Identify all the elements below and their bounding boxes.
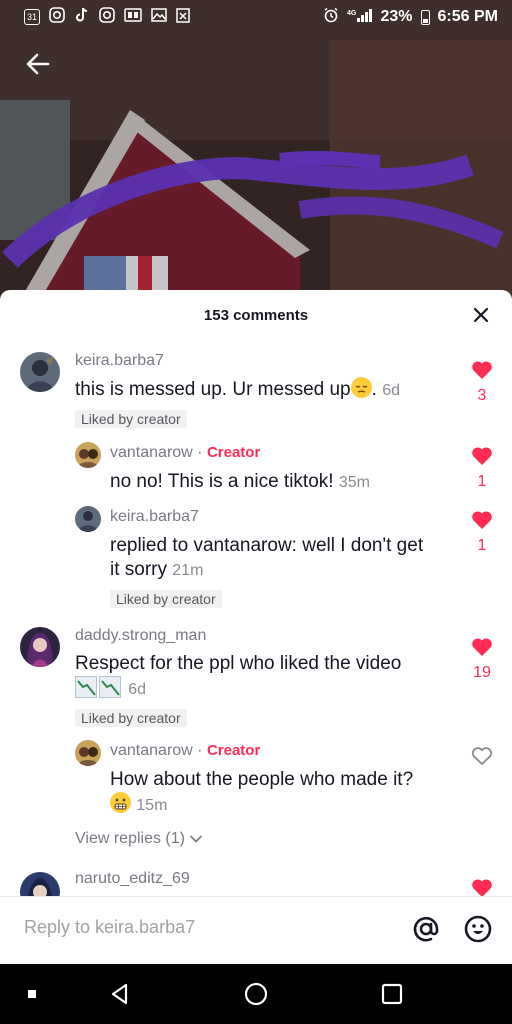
reply-time: 21m: [172, 562, 204, 579]
view-replies-button[interactable]: View replies (1): [75, 830, 203, 848]
signal-icon: 4G: [347, 7, 373, 28]
comments-count-title: 153 comments: [203, 306, 309, 324]
status-bar: 31 4G 23% 6:56 PM: [0, 0, 512, 34]
pensive-face-icon: [350, 377, 372, 398]
at-sign-icon: [413, 916, 439, 942]
comments-list: keira.barba7 this is messed up. Ur messe…: [0, 340, 512, 900]
like-count: 1: [477, 473, 487, 490]
avatar[interactable]: [75, 740, 101, 766]
comment-username[interactable]: keira.barba7: [75, 352, 164, 370]
sheet-header: 153 comments: [0, 290, 512, 340]
square-dot-icon: [28, 990, 36, 998]
heart-filled-icon: [472, 879, 492, 897]
video-frame-image: [0, 0, 512, 300]
calendar-icon: 31: [24, 9, 40, 25]
comment-text: Respect for the ppl who liked the video …: [75, 652, 455, 702]
reply-username-text[interactable]: vantanarow: [110, 742, 193, 759]
creator-tag: Creator: [206, 444, 261, 461]
chart-decreasing-icon: [99, 676, 121, 698]
heart-filled-icon: [472, 511, 492, 529]
reply-body-line1: replied to vantanarow: well I don't get: [110, 535, 424, 556]
square-recents-icon: [381, 983, 403, 1005]
heart-filled-icon: [472, 361, 492, 379]
close-button[interactable]: [470, 304, 492, 326]
liked-by-creator-badge: Liked by creator: [75, 709, 187, 727]
like-button[interactable]: [467, 746, 497, 771]
like-count: 19: [473, 664, 491, 681]
liked-by-creator-badge: Liked by creator: [75, 410, 187, 428]
like-count: 1: [477, 537, 487, 554]
reply-time: 15m: [136, 797, 168, 814]
alarm-icon: [323, 7, 339, 28]
avatar[interactable]: [75, 506, 101, 532]
battery-percent: 23%: [380, 8, 413, 25]
reply-text: replied to vantanarow: well I don't get …: [110, 534, 460, 583]
like-button[interactable]: 19: [467, 637, 497, 682]
heart-outline-icon: [471, 747, 493, 765]
emoji-button[interactable]: [462, 913, 494, 945]
video-preview: [0, 0, 512, 300]
chevron-down-icon: [190, 835, 202, 843]
reply-username: vantanarow · Creator: [110, 742, 261, 759]
circle-home-icon: [244, 982, 268, 1006]
system-nav-bar: [0, 964, 512, 1024]
reply-input[interactable]: [24, 917, 384, 938]
view-replies-label: View replies (1): [75, 830, 185, 847]
clock: 6:56 PM: [437, 8, 498, 25]
heart-filled-icon: [472, 447, 492, 465]
arrow-left-icon: [26, 53, 50, 75]
close-icon: [473, 307, 489, 323]
avatar[interactable]: [75, 442, 101, 468]
svg-text:4G: 4G: [347, 10, 357, 17]
liked-by-creator-badge: Liked by creator: [110, 590, 222, 608]
emoji-face-icon: [464, 915, 492, 943]
comment-body: Respect for the ppl who liked the video: [75, 653, 402, 674]
comment-username[interactable]: naruto_editz_69: [75, 870, 190, 888]
avatar[interactable]: [20, 352, 60, 392]
like-button[interactable]: 3: [467, 360, 497, 405]
instagram-icon: [49, 6, 65, 28]
reply-body: no no! This is a nice tiktok!: [110, 471, 334, 492]
image-icon: [151, 7, 167, 28]
reply-bar: [0, 896, 512, 964]
reply-username[interactable]: keira.barba7: [110, 508, 199, 526]
reply-body-line2: it sorry: [110, 559, 167, 580]
battery-icon: [420, 9, 430, 25]
nav-home-button[interactable]: [242, 980, 270, 1008]
comments-sheet: 153 comments keira.barba7 this is messed…: [0, 290, 512, 964]
qr-icon: [124, 7, 142, 28]
comment-text: this is messed up. Ur messed up. 6d: [75, 377, 400, 400]
back-button[interactable]: [20, 46, 56, 82]
reply-text: How about the people who made it? 15m: [110, 768, 460, 818]
reply-body: How about the people who made it?: [110, 769, 414, 790]
heart-filled-icon: [472, 638, 492, 656]
comment-time: 6d: [382, 382, 400, 399]
nav-back-button[interactable]: [106, 980, 134, 1008]
tiktok-icon: [74, 7, 90, 28]
comment-time: 6d: [128, 681, 147, 698]
like-count: 3: [477, 387, 487, 404]
reply-time: 35m: [338, 474, 370, 491]
triangle-back-icon: [111, 983, 128, 1005]
reply-username-text[interactable]: vantanarow: [110, 444, 193, 461]
comment-body: this is messed up. Ur messed up: [75, 379, 351, 400]
chart-decreasing-icon: [75, 676, 97, 698]
reply-username: vantanarow · Creator: [110, 444, 261, 461]
reply-text: no no! This is a nice tiktok! 35m: [110, 470, 450, 495]
instagram-icon: [99, 6, 115, 28]
recents-dot-button[interactable]: [18, 980, 46, 1008]
grimacing-face-icon: [110, 792, 131, 813]
avatar[interactable]: [20, 627, 60, 667]
like-button[interactable]: 1: [467, 446, 497, 491]
mention-button[interactable]: [410, 913, 442, 945]
creator-tag: Creator: [206, 742, 261, 759]
like-button[interactable]: 1: [467, 510, 497, 555]
clipboard-icon: [176, 7, 190, 28]
comment-username[interactable]: daddy.strong_man: [75, 627, 206, 645]
nav-recents-button[interactable]: [378, 980, 406, 1008]
